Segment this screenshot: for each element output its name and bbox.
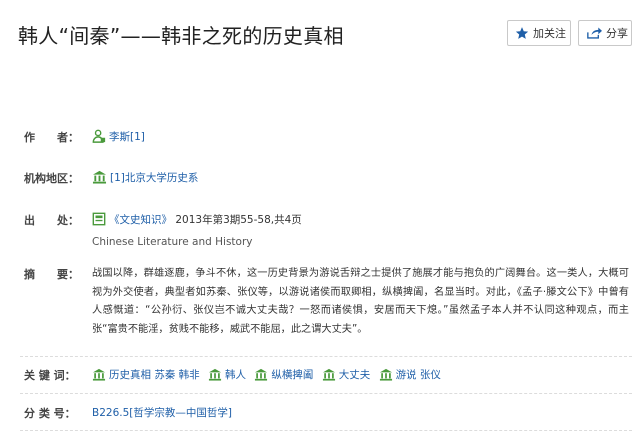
- keyword-item[interactable]: 纵横捭阖: [254, 367, 313, 384]
- institution-row: 机构地区： [1]北京大学历史系: [24, 170, 629, 186]
- author-row: 作 者： 李斯[1]: [24, 129, 629, 145]
- classification-link[interactable]: B226.5[哲学宗教—中国哲学]: [92, 407, 232, 419]
- institution-label: 机构地区：: [24, 172, 79, 185]
- keyword-link[interactable]: 韩人: [225, 369, 246, 381]
- keyword-link[interactable]: 大丈夫: [339, 369, 371, 381]
- follow-button[interactable]: 加关注: [507, 20, 571, 46]
- follow-label: 加关注: [533, 27, 566, 40]
- keyword-item[interactable]: 大丈夫: [322, 367, 371, 384]
- keyword-house-icon: [92, 368, 106, 384]
- keyword-house-icon: [322, 368, 336, 384]
- share-label: 分享: [606, 27, 628, 40]
- journal-link[interactable]: 《文史知识》: [109, 214, 172, 226]
- journal-issue: 2013年第3期55-58,共4页: [175, 214, 302, 226]
- journal-icon: [92, 212, 106, 229]
- keyword-house-icon: [208, 368, 222, 384]
- star-icon: [515, 26, 529, 40]
- journal-english-name: Chinese Literature and History: [92, 236, 253, 248]
- abstract-label: 摘 要：: [24, 268, 79, 281]
- keyword-house-icon: [379, 368, 393, 384]
- classification-row: 分 类 号： B226.5[哲学宗教—中国哲学]: [24, 405, 629, 421]
- institution-link[interactable]: [1]北京大学历史系: [110, 172, 198, 184]
- keyword-house-icon: [254, 368, 268, 384]
- keywords-row: 关 键 词： 历史真相 苏秦 韩非 韩人 纵横捭阖 大丈夫 游说 张仪: [24, 367, 629, 383]
- classification-label: 分 类 号：: [24, 407, 76, 420]
- keyword-link[interactable]: 历史真相 苏秦 韩非: [109, 369, 200, 381]
- keyword-link[interactable]: 游说 张仪: [396, 369, 441, 381]
- keyword-link[interactable]: 纵横捭阖: [271, 369, 313, 381]
- share-icon: [586, 26, 602, 40]
- author-link[interactable]: 李斯[1]: [109, 131, 145, 143]
- share-button[interactable]: 分享: [578, 20, 632, 46]
- keyword-item[interactable]: 历史真相 苏秦 韩非: [92, 367, 200, 384]
- divider: [20, 430, 632, 431]
- article-title: 韩人“间秦”——韩非之死的历史真相: [18, 24, 344, 48]
- person-icon: [92, 129, 106, 146]
- source-label: 出 处：: [24, 214, 79, 227]
- source-row: 出 处： 《文史知识》 2013年第3期55-58,共4页 Chinese Li…: [24, 212, 629, 248]
- keyword-item[interactable]: 韩人: [208, 367, 246, 384]
- divider: [20, 356, 632, 357]
- building-icon: [92, 170, 107, 187]
- abstract-row: 摘 要： 战国以降，群雄逐鹿，争斗不休，这一历史背景为游说舌辩之士提供了施展才能…: [24, 266, 629, 342]
- keywords-label: 关 键 词：: [24, 369, 76, 382]
- author-label: 作 者：: [24, 131, 79, 144]
- divider: [20, 393, 632, 394]
- keyword-item[interactable]: 游说 张仪: [379, 367, 441, 384]
- abstract-text: 战国以降，群雄逐鹿，争斗不休，这一历史背景为游说舌辩之士提供了施展才能与抱负的广…: [92, 268, 629, 335]
